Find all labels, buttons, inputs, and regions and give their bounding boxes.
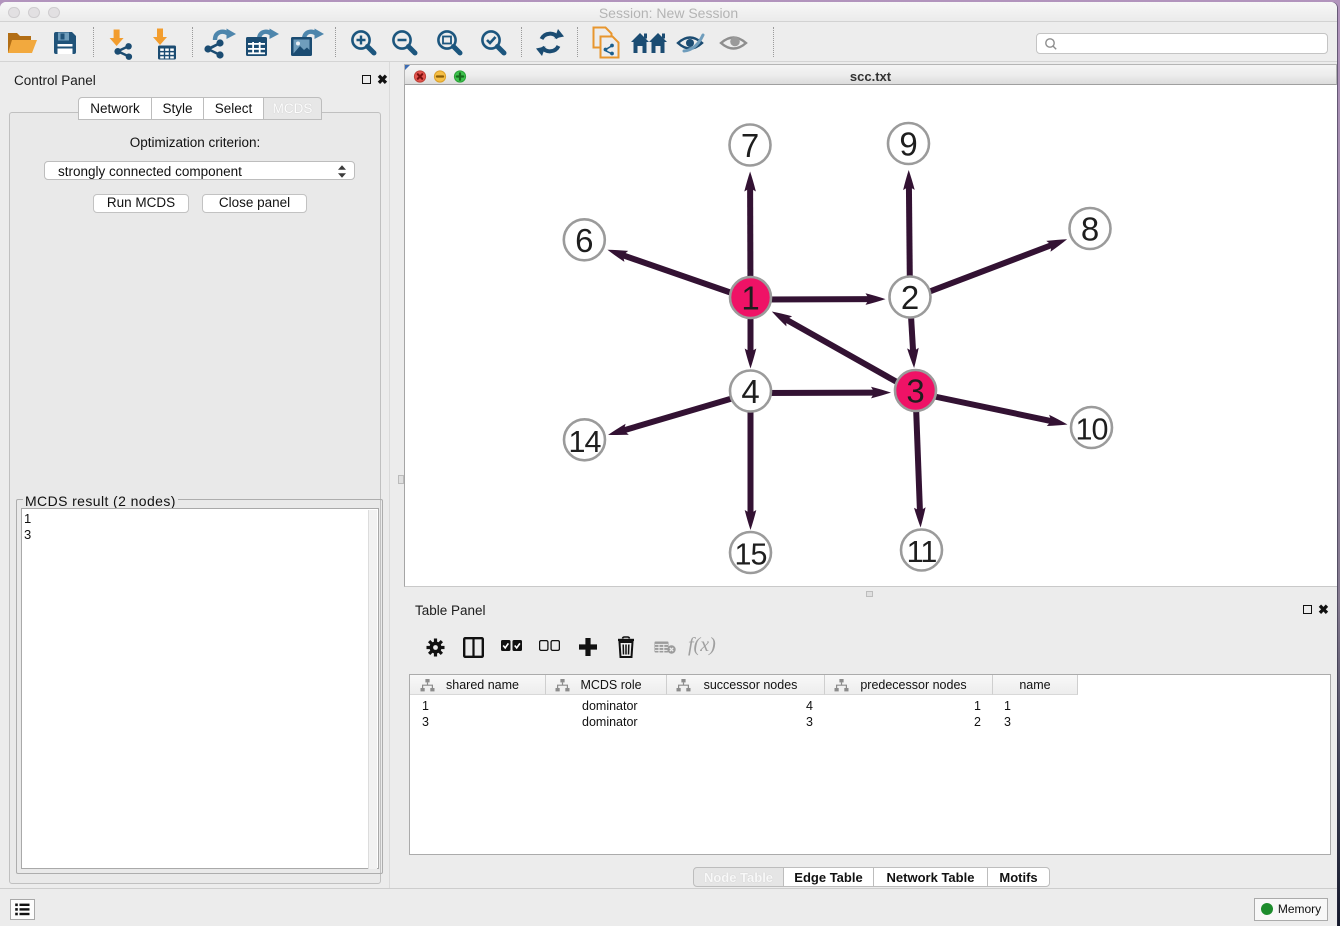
svg-text:2: 2	[901, 279, 919, 316]
svg-text:15: 15	[735, 538, 767, 572]
svg-text:14: 14	[569, 425, 602, 459]
svg-text:10: 10	[1076, 413, 1108, 447]
svg-text:3: 3	[906, 373, 924, 410]
svg-text:6: 6	[575, 222, 593, 259]
svg-text:8: 8	[1081, 211, 1099, 248]
svg-text:9: 9	[899, 126, 917, 163]
svg-text:1: 1	[741, 280, 759, 317]
svg-text:4: 4	[741, 373, 759, 410]
svg-text:11: 11	[907, 535, 937, 569]
svg-text:7: 7	[741, 127, 759, 164]
